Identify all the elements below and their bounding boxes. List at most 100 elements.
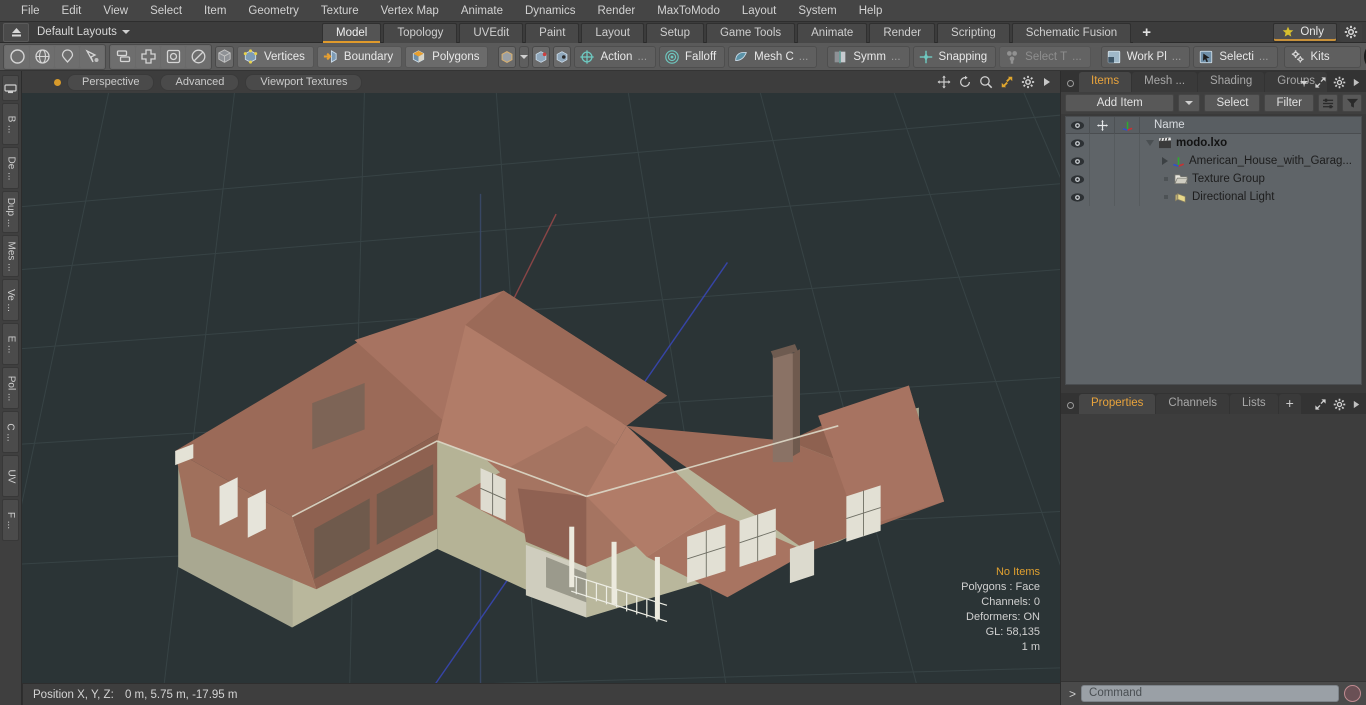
gear-icon[interactable]	[1340, 22, 1362, 42]
menu-item-view[interactable]: View	[92, 0, 139, 22]
row-visibility-toggle[interactable]	[1066, 170, 1090, 188]
play-arrow-icon[interactable]	[1352, 77, 1361, 88]
only-button[interactable]: Only	[1273, 22, 1337, 42]
globe-icon[interactable]	[30, 45, 54, 68]
command-input[interactable]: Command	[1081, 685, 1339, 702]
cube-dropdown-icon[interactable]	[498, 45, 517, 68]
row-axis-cell[interactable]	[1115, 134, 1140, 152]
move-lock-icon[interactable]	[1090, 116, 1115, 134]
menu-item-render[interactable]: Render	[586, 0, 646, 22]
rotate-icon[interactable]	[958, 75, 972, 89]
row-axis-cell[interactable]	[1115, 170, 1140, 188]
cube-dropdown-caret[interactable]	[519, 45, 530, 68]
table-row[interactable]: Directional Light	[1066, 188, 1361, 206]
add-item-button[interactable]: Add Item	[1065, 94, 1175, 112]
left-tab-curve[interactable]: C ...	[2, 411, 19, 453]
table-row[interactable]: modo.lxo	[1066, 134, 1361, 152]
cross-icon[interactable]	[136, 45, 160, 68]
add-item-dropdown[interactable]	[1178, 94, 1201, 112]
menu-item-file[interactable]: File	[10, 0, 51, 22]
properties-content-area[interactable]	[1061, 414, 1366, 681]
left-tab-polygon[interactable]: Pol ...	[2, 367, 19, 409]
tab-model[interactable]: Model	[322, 22, 382, 43]
tree-item-mesh[interactable]: American_House_with_Garag...	[1140, 155, 1361, 168]
kits-button[interactable]: Kits	[1283, 45, 1361, 68]
gear-icon[interactable]	[1021, 75, 1035, 89]
menu-item-maxtomodo[interactable]: MaxToModo	[646, 0, 731, 22]
left-tab-basic[interactable]: B ...	[2, 103, 19, 145]
menu-item-system[interactable]: System	[787, 0, 847, 22]
tree-item-scene[interactable]: modo.lxo	[1140, 137, 1361, 149]
select-button[interactable]: Select	[1204, 94, 1261, 112]
left-tab-fusion[interactable]: F ...	[2, 499, 19, 541]
fullscreen-icon[interactable]	[1000, 75, 1014, 89]
circle-icon[interactable]	[5, 45, 29, 68]
work-plane-button[interactable]: Work Pl ...	[1100, 45, 1191, 68]
tab-channels[interactable]: Channels	[1156, 394, 1230, 414]
paint-select-icon[interactable]	[80, 45, 104, 68]
row-axis-cell[interactable]	[1115, 188, 1140, 206]
menu-item-help[interactable]: Help	[848, 0, 894, 22]
filter-button[interactable]: Filter	[1264, 94, 1314, 112]
menu-item-texture[interactable]: Texture	[310, 0, 370, 22]
add-properties-tab-button[interactable]: +	[1278, 394, 1301, 414]
viewport-shading-button[interactable]: Advanced	[160, 73, 240, 91]
expander-down-icon[interactable]	[1146, 140, 1154, 146]
selection-sets-button[interactable]: Selecti ...	[1193, 45, 1278, 68]
row-visibility-toggle[interactable]	[1066, 152, 1090, 170]
left-tab-edge[interactable]: E ...	[2, 323, 19, 365]
row-lock-cell[interactable]	[1090, 134, 1115, 152]
row-lock-cell[interactable]	[1090, 188, 1115, 206]
zoom-icon[interactable]	[979, 75, 993, 89]
menu-item-geometry[interactable]: Geometry	[237, 0, 310, 22]
left-tab-icon[interactable]	[2, 75, 19, 101]
tab-setup[interactable]: Setup	[645, 22, 704, 43]
row-lock-cell[interactable]	[1090, 170, 1115, 188]
vertices-button[interactable]: Vertices	[237, 45, 314, 68]
properties-menu-dot-icon[interactable]	[1067, 402, 1074, 409]
menu-item-edit[interactable]: Edit	[51, 0, 93, 22]
menu-item-animate[interactable]: Animate	[450, 0, 514, 22]
panel-menu-dot-icon[interactable]	[1067, 80, 1074, 87]
mesh-constraint-button[interactable]: Mesh C ...	[728, 45, 818, 68]
tab-items[interactable]: Items	[1079, 72, 1132, 92]
items-tree[interactable]: Name modo.lxo American_House_with_Garag.…	[1065, 116, 1362, 385]
tab-properties[interactable]: Properties	[1079, 394, 1156, 414]
table-row[interactable]: Texture Group	[1066, 170, 1361, 188]
symmetry-button[interactable]: Symm ...	[827, 45, 910, 68]
funnel-icon[interactable]	[1342, 94, 1362, 112]
move-icon[interactable]	[937, 75, 951, 89]
table-row[interactable]: American_House_with_Garag...	[1066, 152, 1361, 170]
menu-item-item[interactable]: Item	[193, 0, 237, 22]
menu-item-select[interactable]: Select	[139, 0, 193, 22]
square-center-icon[interactable]	[161, 45, 185, 68]
lasso-icon[interactable]	[55, 45, 79, 68]
tab-uvedit[interactable]: UVEdit	[459, 22, 524, 43]
play-arrow-icon[interactable]	[1352, 399, 1361, 410]
action-center-cube-icon[interactable]	[532, 45, 551, 68]
gear-icon[interactable]	[1333, 398, 1346, 411]
row-lock-cell[interactable]	[1090, 152, 1115, 170]
menu-item-dynamics[interactable]: Dynamics	[514, 0, 586, 22]
tab-paint[interactable]: Paint	[525, 22, 580, 43]
3d-viewport[interactable]: Y X Z No Items Polygons : Face Channels:…	[22, 93, 1060, 683]
tab-animate[interactable]: Animate	[797, 22, 868, 43]
falloff-button[interactable]: Falloff	[659, 45, 726, 68]
tab-mesh-ops[interactable]: Mesh ...	[1132, 72, 1198, 92]
polygons-button[interactable]: Polygons	[405, 45, 489, 68]
tab-schematic-fusion[interactable]: Schematic Fusion	[1011, 22, 1132, 43]
tree-item-directional-light[interactable]: Directional Light	[1140, 191, 1361, 204]
select-through-button[interactable]: Select T ...	[999, 45, 1091, 68]
left-tab-mesh-edit[interactable]: Mes ...	[2, 235, 19, 277]
layout-selector[interactable]: Default Layouts	[37, 26, 130, 38]
left-tab-deform[interactable]: De ...	[2, 147, 19, 189]
row-axis-cell[interactable]	[1115, 152, 1140, 170]
action-center-button[interactable]: Action ...	[574, 45, 657, 68]
add-tab-button[interactable]: +	[1133, 22, 1160, 43]
row-visibility-toggle[interactable]	[1066, 134, 1090, 152]
tree-item-texture-group[interactable]: Texture Group	[1140, 173, 1361, 185]
tab-topology[interactable]: Topology	[383, 22, 458, 43]
record-circle-icon[interactable]	[1344, 685, 1361, 702]
eye-icon[interactable]	[1066, 116, 1090, 134]
home-up-icon[interactable]	[3, 22, 29, 42]
